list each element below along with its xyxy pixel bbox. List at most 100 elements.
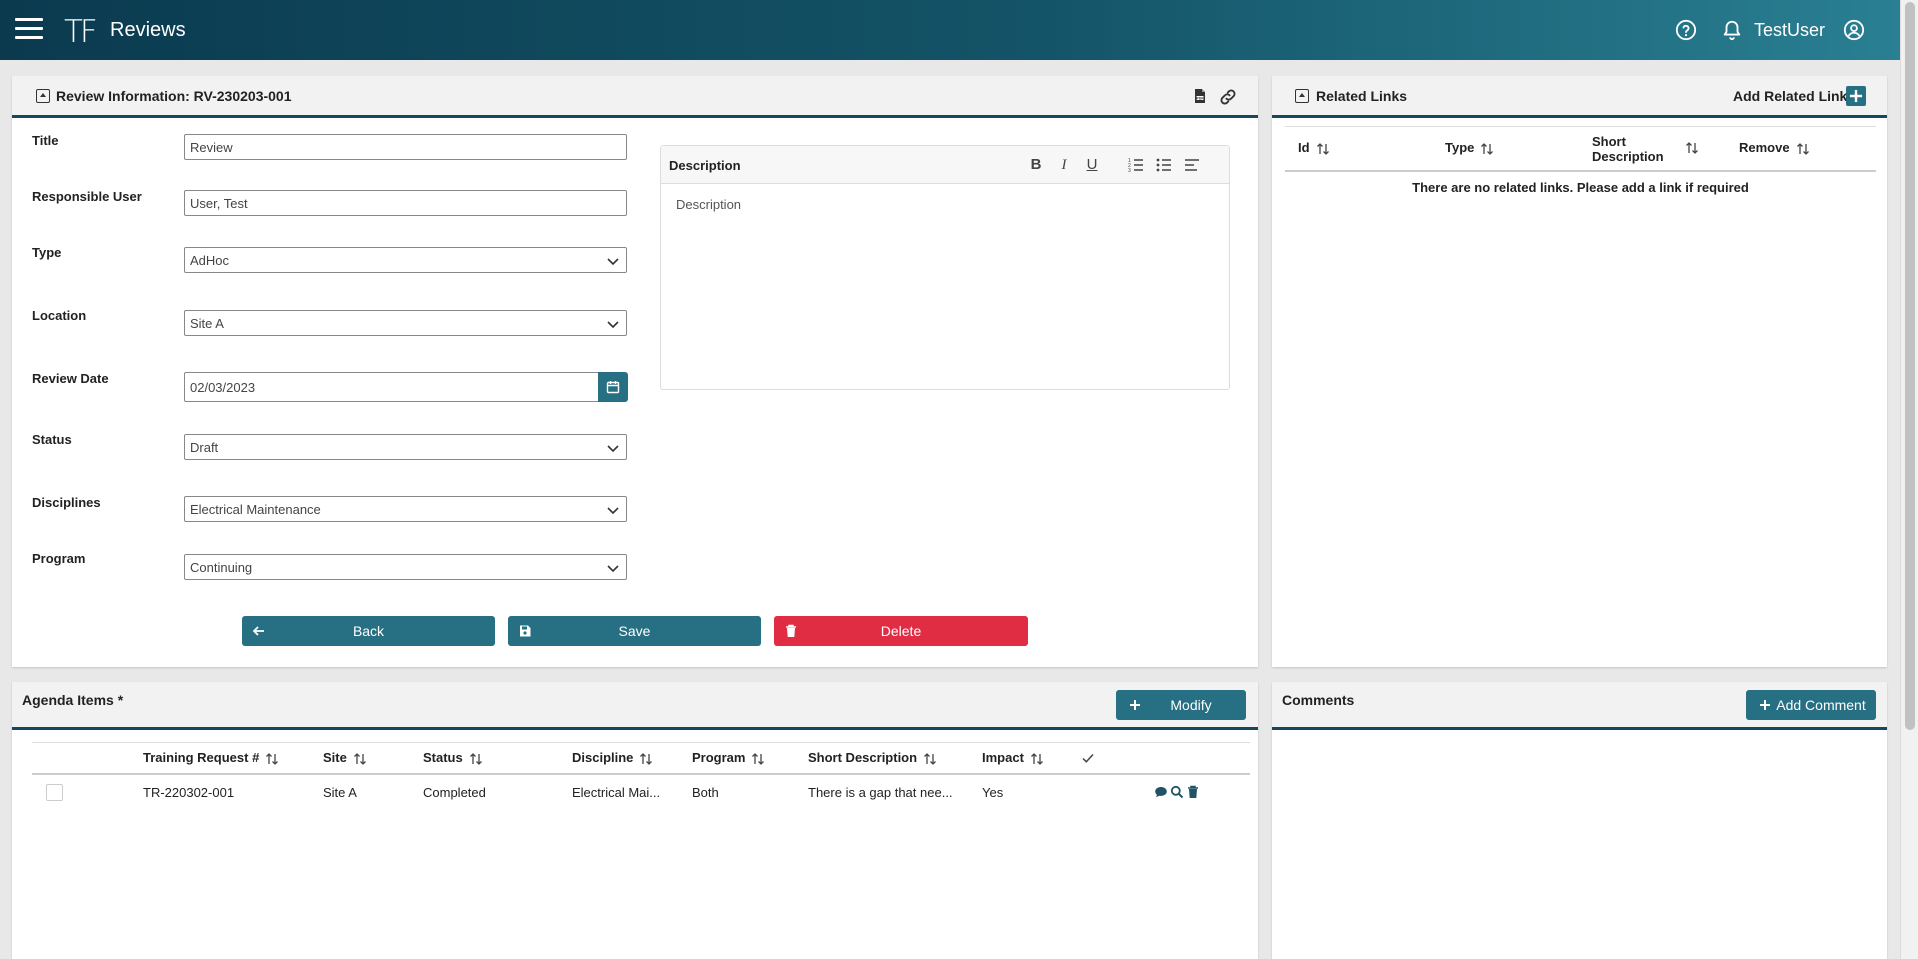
program-select-value: Continuing <box>190 560 253 575</box>
username-label[interactable]: TestUser <box>1754 20 1825 41</box>
add-related-link-label[interactable]: Add Related Link <box>1733 88 1847 104</box>
sort-icon <box>1796 142 1809 155</box>
sort-icon <box>469 752 482 765</box>
page-scrollbar[interactable] <box>1900 0 1918 959</box>
col-header-discipline[interactable]: Discipline <box>572 750 653 766</box>
cell-discipline: Electrical Mai... <box>572 785 661 800</box>
type-select-value: AdHoc <box>190 253 230 268</box>
search-icon[interactable] <box>1170 785 1184 799</box>
chevron-down-icon <box>607 321 619 329</box>
user-account-icon[interactable] <box>1843 19 1865 41</box>
add-comment-button[interactable]: Add Comment <box>1746 690 1876 720</box>
cell-training-request: TR-220302-001 <box>143 785 235 800</box>
hamburger-menu-icon[interactable] <box>15 18 43 40</box>
description-label: Description <box>669 158 741 173</box>
bold-icon[interactable]: B <box>1027 156 1045 174</box>
related-links-empty-message: There are no related links. Please add a… <box>1412 180 1749 195</box>
align-left-icon[interactable] <box>1183 156 1201 174</box>
app-header: TF Reviews TestUser <box>0 0 1900 60</box>
col-header-site[interactable]: Site <box>323 750 367 766</box>
program-label: Program <box>32 551 86 566</box>
col-header-status[interactable]: Status <box>423 750 483 766</box>
chevron-down-icon <box>607 507 619 515</box>
related-links-header: Related Links Add Related Link <box>1272 76 1887 118</box>
back-button[interactable]: Back <box>242 616 495 646</box>
trash-icon[interactable] <box>1186 785 1200 799</box>
save-button[interactable]: Save <box>508 616 761 646</box>
save-button-label: Save <box>618 623 651 639</box>
ordered-list-icon[interactable]: 1 2 3 <box>1127 156 1145 174</box>
trash-icon <box>786 624 796 637</box>
title-label: Title <box>32 133 59 148</box>
disciplines-label: Disciplines <box>32 495 101 510</box>
comment-icon[interactable] <box>1154 785 1168 799</box>
comments-panel: Comments Add Comment <box>1272 682 1887 959</box>
collapse-icon[interactable] <box>36 89 50 103</box>
row-checkbox[interactable] <box>46 784 63 801</box>
col-header-training-request[interactable]: Training Request # <box>143 750 279 766</box>
sort-icon <box>1316 142 1329 155</box>
disciplines-select-value: Electrical Maintenance <box>190 502 321 517</box>
status-label: Status <box>32 432 72 447</box>
link-icon[interactable] <box>1218 87 1238 107</box>
chevron-down-icon <box>607 565 619 573</box>
scrollbar-thumb[interactable] <box>1905 2 1915 730</box>
delete-button[interactable]: Delete <box>774 616 1028 646</box>
col-header-short-description[interactable]: Short Description <box>808 750 937 766</box>
calendar-button[interactable] <box>598 372 628 402</box>
col-header-remove[interactable]: Remove <box>1739 140 1810 156</box>
collapse-icon[interactable] <box>1295 89 1309 103</box>
description-placeholder[interactable]: Description <box>661 185 1229 390</box>
help-icon[interactable] <box>1675 19 1697 41</box>
sort-icon <box>1481 142 1494 155</box>
cell-impact: Yes <box>982 785 1004 800</box>
add-related-link-button[interactable] <box>1846 86 1866 106</box>
related-links-title: Related Links <box>1316 88 1408 104</box>
review-information-panel: Review Information: RV-230203-001 PDF Ti… <box>12 76 1258 667</box>
location-select-value: Site A <box>190 316 224 331</box>
sort-icon[interactable] <box>1685 141 1699 155</box>
add-comment-button-label: Add Comment <box>1776 697 1866 713</box>
agenda-items-title: Agenda Items * <box>22 692 124 708</box>
program-select[interactable]: Continuing <box>184 554 627 580</box>
sort-icon <box>640 752 653 765</box>
disciplines-select[interactable]: Electrical Maintenance <box>184 496 627 522</box>
location-select[interactable]: Site A <box>184 310 627 336</box>
title-input[interactable] <box>184 134 627 160</box>
bell-icon[interactable] <box>1721 19 1743 41</box>
sort-icon <box>924 752 937 765</box>
related-links-panel: Related Links Add Related Link Id Type S… <box>1272 76 1887 667</box>
plus-icon <box>1130 700 1140 710</box>
bullet-list-icon[interactable] <box>1155 156 1173 174</box>
status-select-value: Draft <box>190 440 219 455</box>
review-date-input[interactable] <box>184 372 599 402</box>
col-header-id[interactable]: Id <box>1298 140 1330 156</box>
col-header-short-description[interactable]: Short Description <box>1592 134 1664 164</box>
responsible-user-input[interactable] <box>184 190 627 216</box>
italic-icon[interactable]: I <box>1055 156 1073 174</box>
chevron-down-icon <box>607 258 619 266</box>
comments-title: Comments <box>1282 692 1355 708</box>
review-information-title: Review Information: RV-230203-001 <box>56 88 292 104</box>
arrow-left-icon <box>252 626 264 636</box>
description-toolbar: Description B I U 1 2 3 <box>661 146 1229 184</box>
pdf-icon[interactable]: PDF <box>1192 88 1208 104</box>
col-header-program[interactable]: Program <box>692 750 765 766</box>
modify-button-label: Modify <box>1170 697 1212 713</box>
app-logo: TF <box>64 14 98 50</box>
checkmark-icon[interactable] <box>1081 751 1095 765</box>
underline-icon[interactable]: U <box>1083 156 1101 174</box>
cell-site: Site A <box>323 785 357 800</box>
col-header-impact[interactable]: Impact <box>982 750 1044 766</box>
cell-status: Completed <box>423 785 486 800</box>
plus-icon <box>1760 700 1770 710</box>
col-header-type[interactable]: Type <box>1445 140 1494 156</box>
sort-icon <box>1030 752 1043 765</box>
agenda-items-panel: Agenda Items * Modify Training Request #… <box>12 682 1258 959</box>
responsible-user-label: Responsible User <box>32 189 142 204</box>
status-select[interactable]: Draft <box>184 434 627 460</box>
type-select[interactable]: AdHoc <box>184 247 627 273</box>
table-row[interactable]: TR-220302-001 Site A Completed Electrica… <box>32 775 1250 809</box>
modify-button[interactable]: Modify <box>1116 690 1246 720</box>
svg-text:3: 3 <box>1128 168 1131 174</box>
